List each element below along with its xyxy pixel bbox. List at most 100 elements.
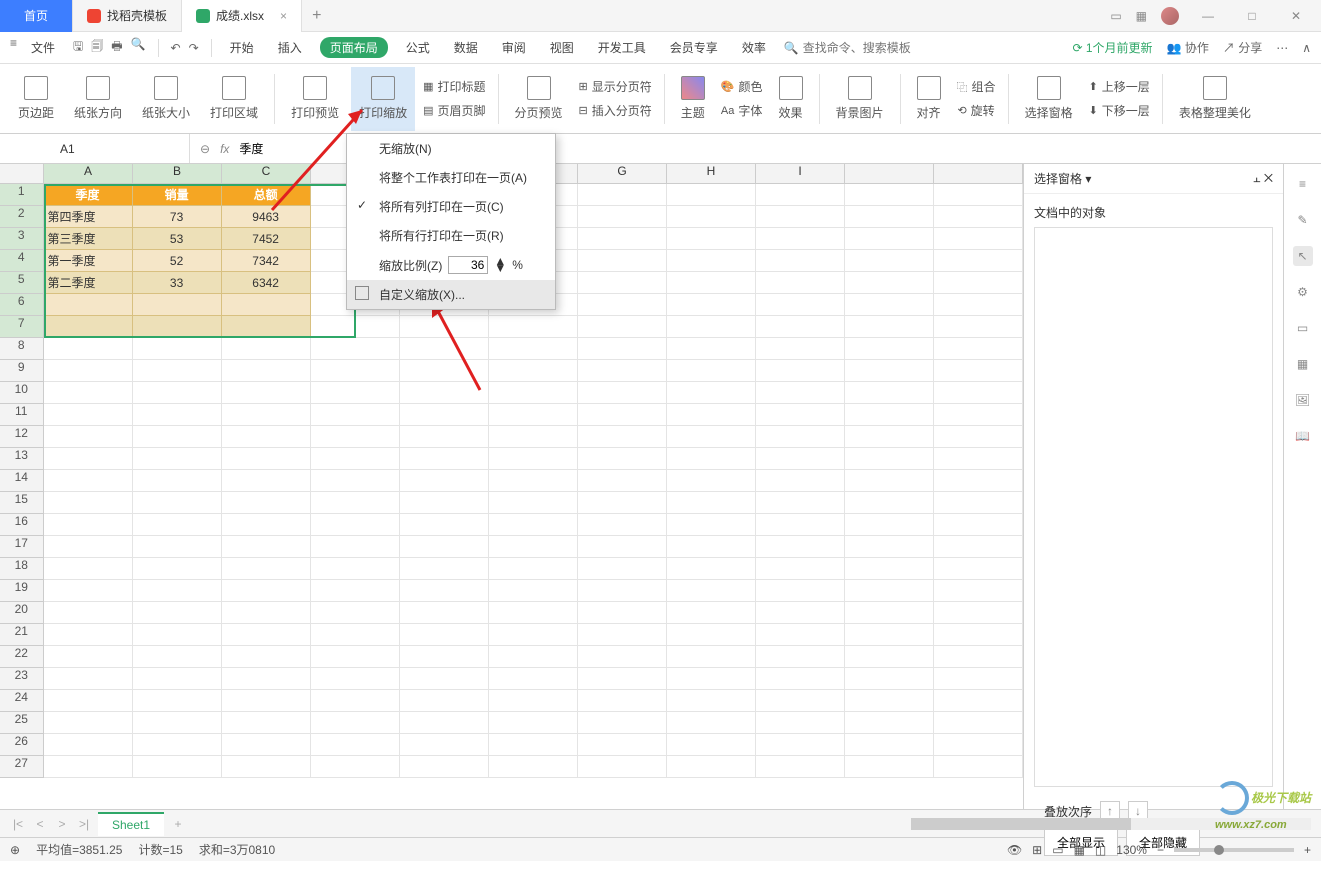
- add-sheet-button[interactable]: +: [170, 817, 186, 831]
- cell[interactable]: [44, 404, 133, 426]
- show-pagebreak-button[interactable]: ⊞ 显示分页符: [575, 76, 656, 98]
- close-tab-icon[interactable]: ×: [280, 9, 287, 23]
- cell[interactable]: [489, 580, 578, 602]
- margin-button[interactable]: 页边距: [10, 67, 62, 131]
- color-button[interactable]: 🎨 颜色: [717, 76, 767, 98]
- cell[interactable]: [400, 580, 489, 602]
- cell[interactable]: [578, 646, 667, 668]
- cell[interactable]: [311, 646, 400, 668]
- cell[interactable]: [44, 690, 133, 712]
- cell[interactable]: [133, 734, 222, 756]
- row-header[interactable]: 16: [0, 514, 44, 536]
- cell[interactable]: [222, 294, 311, 316]
- cell[interactable]: [222, 382, 311, 404]
- cursor-icon[interactable]: ↖: [1293, 246, 1313, 266]
- cell[interactable]: [578, 426, 667, 448]
- row-header[interactable]: 12: [0, 426, 44, 448]
- save-icon[interactable]: 🖫: [73, 37, 83, 58]
- view-center-icon[interactable]: ⊞: [1032, 843, 1042, 857]
- cell[interactable]: [489, 470, 578, 492]
- row-header[interactable]: 9: [0, 360, 44, 382]
- row-header[interactable]: 27: [0, 756, 44, 778]
- cell[interactable]: [489, 448, 578, 470]
- col-header[interactable]: G: [578, 164, 667, 184]
- menu-member[interactable]: 会员专享: [664, 36, 724, 59]
- cell[interactable]: [578, 360, 667, 382]
- cell[interactable]: [222, 712, 311, 734]
- tablebeautify-button[interactable]: 表格整理美化: [1171, 67, 1259, 131]
- cell[interactable]: [489, 602, 578, 624]
- style-icon[interactable]: ▦: [1293, 354, 1313, 374]
- cell[interactable]: [934, 690, 1023, 712]
- cell[interactable]: [489, 360, 578, 382]
- pin-icon[interactable]: ⫠: [1253, 171, 1260, 185]
- cell[interactable]: [400, 470, 489, 492]
- name-box[interactable]: A1: [0, 134, 190, 163]
- cell[interactable]: [756, 382, 845, 404]
- printarea-button[interactable]: 打印区域: [202, 67, 266, 131]
- book-icon[interactable]: 📖: [1293, 426, 1313, 446]
- cell[interactable]: [578, 184, 667, 206]
- cell[interactable]: [133, 580, 222, 602]
- cell[interactable]: [578, 690, 667, 712]
- chevron-up-icon[interactable]: ∧: [1302, 41, 1311, 55]
- cell[interactable]: [667, 646, 756, 668]
- menu-review[interactable]: 审阅: [496, 36, 532, 59]
- cell[interactable]: 73: [133, 206, 222, 228]
- papersize-button[interactable]: 纸张大小: [134, 67, 198, 131]
- cell[interactable]: [489, 404, 578, 426]
- cell[interactable]: [845, 382, 934, 404]
- cell[interactable]: [400, 382, 489, 404]
- cell[interactable]: [756, 514, 845, 536]
- row-header[interactable]: 8: [0, 338, 44, 360]
- minimize-button[interactable]: —: [1193, 9, 1223, 23]
- printscale-button[interactable]: 打印缩放: [351, 67, 415, 131]
- cell[interactable]: [845, 404, 934, 426]
- cell[interactable]: [578, 602, 667, 624]
- cell[interactable]: [845, 668, 934, 690]
- zoom-slider[interactable]: [1174, 848, 1294, 852]
- cell[interactable]: [578, 536, 667, 558]
- cell[interactable]: [222, 558, 311, 580]
- cell[interactable]: [400, 690, 489, 712]
- cell[interactable]: [667, 602, 756, 624]
- zoom-icon[interactable]: ⊖: [200, 142, 210, 156]
- cell[interactable]: [934, 382, 1023, 404]
- tab-template[interactable]: 找稻壳模板: [73, 0, 182, 32]
- add-tab-button[interactable]: +: [302, 7, 331, 25]
- cell[interactable]: [667, 404, 756, 426]
- cell[interactable]: [44, 382, 133, 404]
- cell[interactable]: [44, 316, 133, 338]
- view-layout-icon[interactable]: ◫: [1095, 843, 1106, 857]
- cell[interactable]: [934, 272, 1023, 294]
- cell[interactable]: [934, 756, 1023, 778]
- cell[interactable]: [845, 338, 934, 360]
- menu-dev[interactable]: 开发工具: [592, 36, 652, 59]
- cell[interactable]: [934, 206, 1023, 228]
- cell[interactable]: [667, 360, 756, 382]
- moveup-button[interactable]: ⬆ 上移一层: [1085, 76, 1154, 98]
- cell[interactable]: [222, 360, 311, 382]
- row-header[interactable]: 10: [0, 382, 44, 404]
- font-button[interactable]: Aa 字体: [717, 100, 767, 122]
- cell[interactable]: [311, 404, 400, 426]
- cell[interactable]: [845, 536, 934, 558]
- cell[interactable]: [133, 470, 222, 492]
- cell[interactable]: [311, 514, 400, 536]
- cell[interactable]: [400, 668, 489, 690]
- cell[interactable]: [311, 624, 400, 646]
- headerfooter-button[interactable]: ▤ 页眉页脚: [419, 100, 489, 122]
- undo-icon[interactable]: ↶: [171, 41, 181, 55]
- cell[interactable]: [667, 426, 756, 448]
- cell[interactable]: [667, 228, 756, 250]
- cell[interactable]: [934, 228, 1023, 250]
- menu-insert[interactable]: 插入: [272, 36, 308, 59]
- cell[interactable]: [578, 492, 667, 514]
- cell[interactable]: [489, 668, 578, 690]
- cell[interactable]: [845, 206, 934, 228]
- sheet-tab-1[interactable]: Sheet1: [98, 812, 164, 836]
- cell[interactable]: [222, 646, 311, 668]
- search-input[interactable]: [803, 41, 923, 55]
- cell[interactable]: [578, 228, 667, 250]
- cell[interactable]: [400, 602, 489, 624]
